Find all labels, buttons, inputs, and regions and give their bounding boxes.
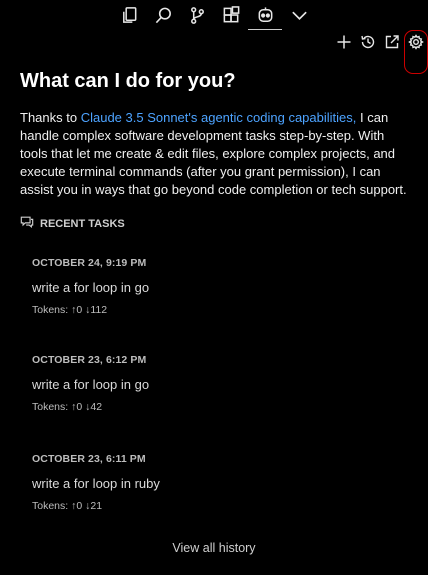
task-tokens: Tokens: ↑0 ↓112 [32, 304, 108, 316]
explorer-icon[interactable] [112, 0, 146, 30]
extensions-icon[interactable] [214, 0, 248, 30]
page-title: What can I do for you? [20, 70, 236, 92]
plus-icon[interactable] [332, 31, 356, 53]
recent-tasks-label: RECENT TASKS [40, 217, 125, 230]
task-text: write a for loop in go [32, 377, 150, 392]
task-date: OCTOBER 24, 9:19 PM [32, 257, 147, 269]
task-item[interactable]: OCTOBER 24, 9:19 PM write a for loop in … [32, 257, 402, 316]
task-tokens: Tokens: ↑0 ↓21 [32, 500, 103, 512]
task-date: OCTOBER 23, 6:11 PM [32, 453, 146, 465]
task-text: write a for loop in ruby [32, 476, 160, 491]
claude-capabilities-link[interactable]: Claude 3.5 Sonnet's agentic coding capab… [81, 110, 357, 125]
panel-toolbar [332, 30, 428, 74]
history-icon[interactable] [356, 31, 380, 53]
source-control-icon[interactable] [180, 0, 214, 30]
activity-bar [0, 0, 428, 30]
gear-icon[interactable] [404, 30, 428, 74]
task-date: OCTOBER 23, 6:12 PM [32, 354, 147, 366]
open-external-icon[interactable] [380, 31, 404, 53]
cline-robot-icon[interactable] [248, 0, 282, 30]
task-item[interactable]: OCTOBER 23, 6:11 PM write a for loop in … [32, 453, 402, 512]
intro-prefix: Thanks to [20, 110, 81, 125]
view-all-history-link[interactable]: View all history [0, 541, 428, 555]
task-text: write a for loop in go [32, 280, 150, 295]
comment-discussion-icon [20, 215, 34, 232]
search-icon[interactable] [146, 0, 180, 30]
recent-tasks-header: RECENT TASKS [20, 215, 125, 232]
intro-paragraph: Thanks to Claude 3.5 Sonnet's agentic co… [20, 109, 415, 199]
chevron-down-icon[interactable] [282, 0, 316, 30]
task-tokens: Tokens: ↑0 ↓42 [32, 401, 103, 413]
task-item[interactable]: OCTOBER 23, 6:12 PM write a for loop in … [32, 354, 402, 413]
